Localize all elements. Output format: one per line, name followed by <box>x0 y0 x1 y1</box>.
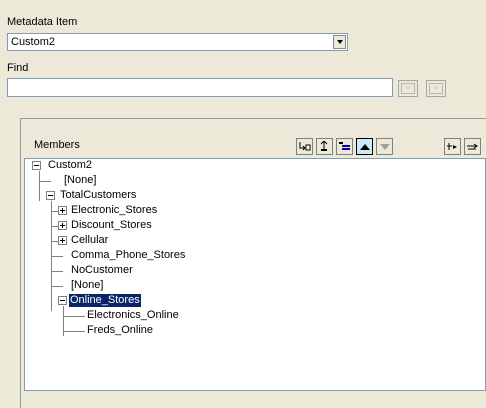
tree-node-none[interactable]: [None] <box>63 174 97 187</box>
move-up-button[interactable] <box>356 138 373 155</box>
tree-node-comma-phone-stores[interactable]: Comma_Phone_Stores <box>70 249 186 262</box>
promote-button[interactable] <box>336 138 353 155</box>
collapse-icon[interactable] <box>46 191 55 200</box>
tree-node-nocustomer[interactable]: NoCustomer <box>70 264 134 277</box>
tree-line <box>51 286 63 287</box>
tree-node-cellular[interactable]: Cellular <box>70 234 109 247</box>
expand-icon[interactable] <box>58 236 67 245</box>
members-label: Members <box>34 139 80 151</box>
metadata-item-label: Metadata Item <box>7 16 78 28</box>
tree-node-electronic-stores[interactable]: Electronic_Stores <box>70 204 158 217</box>
promote-icon <box>339 142 350 150</box>
chevron-down-icon <box>336 40 343 44</box>
tree-node-freds-online[interactable]: Freds_Online <box>86 324 154 337</box>
insert-sibling-icon <box>320 141 328 151</box>
expand-icon <box>447 143 457 150</box>
tree-line <box>39 181 51 182</box>
triangle-down-icon <box>379 143 390 150</box>
insert-child-button[interactable] <box>296 138 313 155</box>
collapse-icon[interactable] <box>58 296 67 305</box>
tree-node-none-2[interactable]: [None] <box>70 279 104 292</box>
triangle-up-icon <box>359 143 370 150</box>
collapse-icon <box>467 143 478 150</box>
insert-child-icon <box>299 142 311 151</box>
tree-line <box>39 171 40 201</box>
find-previous-icon: « <box>401 83 415 94</box>
find-input[interactable] <box>7 78 393 97</box>
collapse-icon[interactable] <box>32 161 41 170</box>
tree-node-totalcustomers[interactable]: TotalCustomers <box>59 189 137 202</box>
collapse-button[interactable] <box>464 138 481 155</box>
tree-line <box>51 256 63 257</box>
tree-line <box>51 271 63 272</box>
expand-icon[interactable] <box>58 221 67 230</box>
expand-icon[interactable] <box>58 206 67 215</box>
combobox-dropdown-button[interactable] <box>333 35 346 49</box>
tree-node-online-stores[interactable]: Online_Stores <box>68 293 142 308</box>
move-down-button[interactable] <box>376 138 393 155</box>
tree-node-discount-stores[interactable]: Discount_Stores <box>70 219 153 232</box>
tree-node-custom2[interactable]: Custom2 <box>47 159 93 172</box>
tree-line <box>63 331 85 332</box>
insert-sibling-button[interactable] <box>316 138 333 155</box>
metadata-item-value: Custom2 <box>11 36 56 48</box>
expand-button[interactable] <box>444 138 461 155</box>
find-previous-button[interactable]: « <box>398 80 418 97</box>
metadata-item-combobox[interactable]: Custom2 <box>7 33 348 51</box>
find-next-button[interactable]: » <box>426 80 446 97</box>
find-next-icon: » <box>429 83 443 94</box>
find-label: Find <box>7 62 29 74</box>
tree-line <box>63 316 85 317</box>
tree-node-electronics-online[interactable]: Electronics_Online <box>86 309 180 322</box>
members-tree[interactable]: Custom2 [None] TotalCustomers Electronic… <box>24 158 486 391</box>
